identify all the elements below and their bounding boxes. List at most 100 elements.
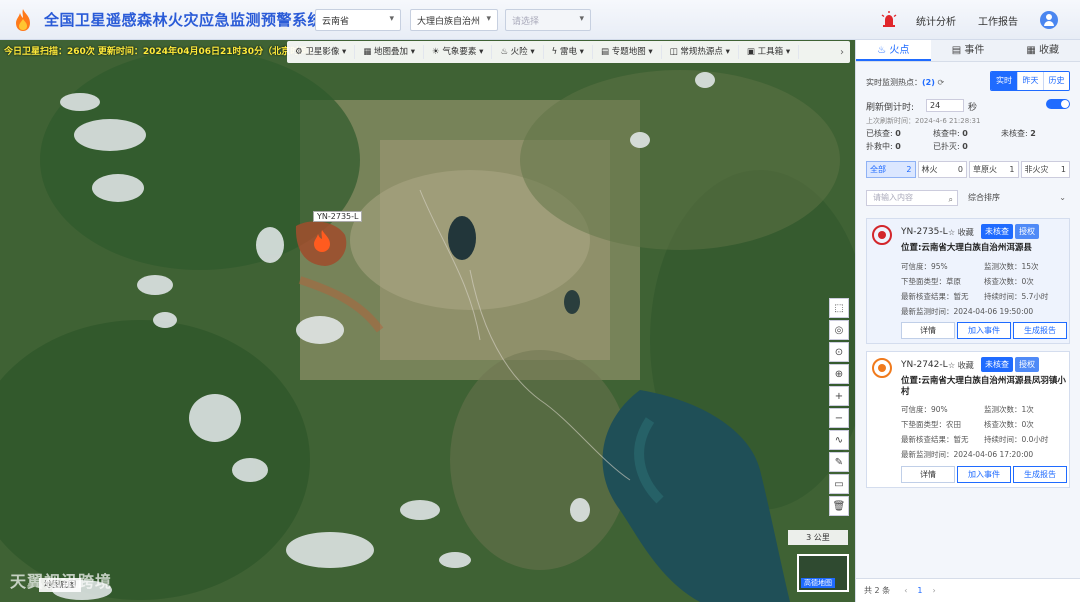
seg-history[interactable]: 历史 xyxy=(1043,72,1069,90)
hotspot-panel: ♨ 火点 ▤ 事件 ▦ 收藏 实时监测热点：(2) ⟳ 实时 昨天 历史 刷新倒… xyxy=(855,40,1080,602)
countdown-input[interactable]: 24 xyxy=(926,99,964,112)
app-header: 全国卫星遥感森林火灾应急监测预警系统 云南省 ▾ 大理白族自治州 ▾ 请选择 ▾… xyxy=(0,0,1080,40)
map-view[interactable]: 今日卫星扫描：260次 更新时间：2024年04月06日21时30分（北京时间）… xyxy=(0,40,855,602)
authorize-button[interactable]: 授权 xyxy=(1015,357,1039,372)
add-event-button[interactable]: 加入事件 xyxy=(957,322,1011,339)
filter-grassland[interactable]: 草原火 1 xyxy=(969,161,1019,178)
locate-icon[interactable]: ⊕ xyxy=(829,364,849,384)
tab-events[interactable]: ▤ 事件 xyxy=(931,40,1006,61)
countdown-unit: 秒 xyxy=(968,103,978,113)
hotspot-card[interactable]: YN-2735-L ☆ 收藏 未核查 授权 位置:云南省大理白族自治州洱源县 可… xyxy=(866,218,1070,344)
trash-icon[interactable]: 🗑 xyxy=(829,496,849,516)
toolbar-thematic-map[interactable]: ▤ 专题地图 ▾ xyxy=(593,45,662,59)
alarm-light-icon[interactable] xyxy=(880,11,898,29)
folder-icon: ▦ xyxy=(1026,45,1039,56)
monitor-count: 监测次数：1次 xyxy=(984,405,1034,414)
surface-type: 下垫面类型：草原 xyxy=(901,277,961,286)
hotspot-id: YN-2742-L xyxy=(901,360,948,370)
duration: 持续时间：5.7小时 xyxy=(984,292,1049,301)
toolbar-weather[interactable]: ☀ 气象要素 ▾ xyxy=(424,45,493,59)
flame-icon: ♨ xyxy=(500,47,511,57)
layers-icon[interactable]: ◎ xyxy=(829,320,849,340)
toolbar-satellite-imagery[interactable]: ⚙ 卫星影像 ▾ xyxy=(287,45,356,59)
chevron-right-icon[interactable]: › xyxy=(840,47,850,58)
last-refresh-time: 上次刷新时间：2024-4-6 21:28:31 xyxy=(866,117,981,125)
pencil-icon[interactable]: ✎ xyxy=(829,452,849,472)
minimap[interactable]: 高德地图 xyxy=(797,554,849,592)
toolbox-icon: ▣ xyxy=(746,47,758,57)
zoom-in-icon[interactable]: + xyxy=(829,386,849,406)
generate-report-button[interactable]: 生成报告 xyxy=(1013,466,1067,483)
favorite-button[interactable]: ☆ 收藏 xyxy=(948,227,974,238)
map-right-tools: ⬚ ◎ ⊙ ⊕ + − ∿ ✎ ▭ 🗑 xyxy=(829,298,849,516)
toolbar-fire-risk[interactable]: ♨ 火险 ▾ xyxy=(492,45,544,59)
toolbar-lightning[interactable]: ϟ 雷电 ▾ xyxy=(544,45,593,59)
detail-button[interactable]: 详情 xyxy=(901,322,955,339)
countdown-label: 刷新倒计时: xyxy=(866,103,915,113)
monitor-count: 监测次数：15次 xyxy=(984,262,1039,271)
latest-result: 最新核查结果：暂无 xyxy=(901,435,969,444)
flame-icon: ♨ xyxy=(877,45,890,56)
rect-icon[interactable]: ▭ xyxy=(829,474,849,494)
satellite-imagery xyxy=(0,40,855,602)
line-icon[interactable]: ∿ xyxy=(829,430,849,450)
county-select-placeholder: 请选择 xyxy=(512,17,540,27)
flame-logo-icon xyxy=(16,8,30,31)
generate-report-button[interactable]: 生成报告 xyxy=(1013,322,1067,339)
favorite-button[interactable]: ☆ 收藏 xyxy=(948,360,974,371)
pagination: 共 2 条 ‹ 1 › xyxy=(856,578,1080,602)
pin-icon[interactable]: ⊙ xyxy=(829,342,849,362)
zoom-out-icon[interactable]: − xyxy=(829,408,849,428)
prefecture-select-value: 大理白族自治州 xyxy=(417,17,481,27)
verify-count: 核查次数：0次 xyxy=(984,277,1034,286)
auto-refresh-toggle[interactable] xyxy=(1046,99,1070,109)
filter-non-fire[interactable]: 非火灾 1 xyxy=(1020,161,1070,178)
status-fighting: 扑救中: 0 xyxy=(866,142,901,151)
hotspot-id: YN-2735-L xyxy=(901,227,948,237)
stats-link[interactable]: 统计分析 xyxy=(916,13,956,28)
header-actions: 统计分析 工作报告 xyxy=(880,0,1080,40)
map-toolbar: ⚙ 卫星影像 ▾ ▦ 地图叠加 ▾ ☀ 气象要素 ▾ ♨ 火险 ▾ ϟ 雷电 ▾… xyxy=(287,41,850,63)
satellite-icon: ⚙ xyxy=(295,47,306,57)
filter-forest[interactable]: 林火 0 xyxy=(917,161,967,178)
sort-select[interactable]: 综合排序 ⌄ xyxy=(962,190,1070,206)
minimap-label: 高德地图 xyxy=(801,578,835,588)
hotspot-card[interactable]: YN-2742-L ☆ 收藏 未核查 授权 位置:云南省大理白族自治州洱源县凤羽… xyxy=(866,351,1070,488)
status-extinguished: 已扑灭: 0 xyxy=(933,142,968,151)
county-select[interactable]: 请选择 ▾ xyxy=(505,9,591,31)
status-badge: 未核查 xyxy=(981,224,1013,239)
fire-marker-icon[interactable] xyxy=(313,230,331,252)
user-avatar-icon[interactable] xyxy=(1040,11,1058,29)
chevron-down-icon: ▾ xyxy=(389,14,394,24)
authorize-button[interactable]: 授权 xyxy=(1015,224,1039,239)
time-range-segment: 实时 昨天 历史 xyxy=(990,71,1070,91)
pager-prev-icon[interactable]: ‹ xyxy=(904,586,907,595)
credibility: 可信度：95% xyxy=(901,262,948,271)
refresh-icon[interactable]: ⟳ xyxy=(937,78,944,87)
pager-total: 共 2 条 xyxy=(864,586,891,595)
tab-hotspots[interactable]: ♨ 火点 xyxy=(856,40,931,61)
latest-result: 最新核查结果：暂无 xyxy=(901,292,969,301)
toolbar-heat-source[interactable]: ◫ 常规热源点 ▾ xyxy=(662,45,739,59)
hotspot-location: 位置:云南省大理白族自治州洱源县 xyxy=(901,243,1032,253)
heat-icon: ◫ xyxy=(669,47,681,57)
select-icon[interactable]: ⬚ xyxy=(829,298,849,318)
seg-yesterday[interactable]: 昨天 xyxy=(1017,72,1043,90)
seg-realtime[interactable]: 实时 xyxy=(991,72,1017,90)
tab-favorites[interactable]: ▦ 收藏 xyxy=(1005,40,1080,61)
pager-current[interactable]: 1 xyxy=(917,586,922,595)
search-icon: ⌕ xyxy=(948,195,953,204)
toolbar-toolbox[interactable]: ▣ 工具箱 ▾ xyxy=(739,45,800,59)
app-title: 全国卫星遥感森林火灾应急监测预警系统 xyxy=(44,11,324,29)
search-input[interactable]: 请输入内容 ⌕ xyxy=(866,190,958,206)
report-link[interactable]: 工作报告 xyxy=(978,13,1018,28)
add-event-button[interactable]: 加入事件 xyxy=(957,466,1011,483)
detail-button[interactable]: 详情 xyxy=(901,466,955,483)
toolbar-map-overlay[interactable]: ▦ 地图叠加 ▾ xyxy=(355,45,425,59)
pager-next-icon[interactable]: › xyxy=(932,586,935,595)
map-icon: ▤ xyxy=(600,47,612,57)
prefecture-select[interactable]: 大理白族自治州 ▾ xyxy=(410,9,498,31)
chevron-down-icon: ▾ xyxy=(486,14,491,24)
filter-all[interactable]: 全部 2 xyxy=(866,161,916,178)
province-select[interactable]: 云南省 ▾ xyxy=(315,9,401,31)
